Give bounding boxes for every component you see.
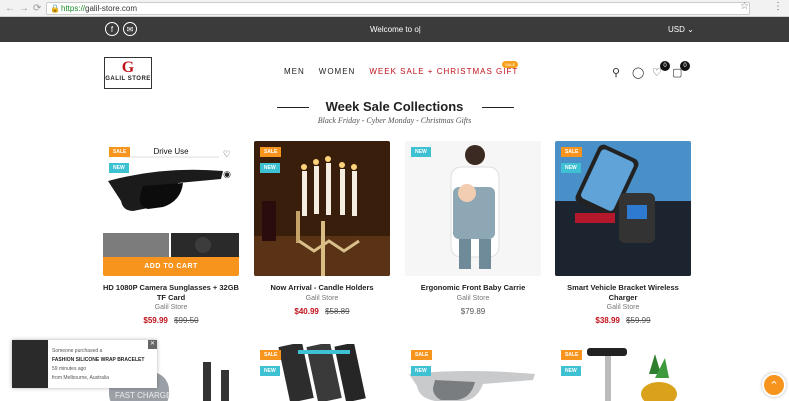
product-image[interactable]: NEW <box>405 141 541 276</box>
chevron-up-icon: ⌃ <box>769 380 779 392</box>
nav-sale-tag: SALE <box>502 61 519 68</box>
new-badge: NEW <box>260 163 280 173</box>
cart-icon[interactable]: ▢ 0 <box>672 61 690 79</box>
candle-holder-image <box>254 141 390 276</box>
account-icon[interactable]: ◯ <box>632 67 644 79</box>
product-vendor: Galil Store <box>606 304 640 311</box>
product-image[interactable]: Drive Use SALE NEW ♡ ◉ ADD TO CART <box>103 141 239 276</box>
sale-badge: SALE <box>561 147 583 157</box>
product-card[interactable]: SALE NEW <box>555 344 691 401</box>
search-icon[interactable]: ⚲ <box>612 67 624 79</box>
product-card[interactable]: SALE NEW <box>254 344 390 401</box>
heart-icon[interactable]: ♡ <box>223 149 231 160</box>
header-actions: ⚲ ◯ ♡ 0 ▢ 0 <box>612 61 690 79</box>
recent-purchase-popup[interactable]: Someone purchased a FASHION SILICONE WRA… <box>12 340 157 388</box>
sale-badge: SALE <box>561 350 583 360</box>
compare-price: $58.89 <box>325 307 350 316</box>
product-price: $79.89 <box>405 307 541 316</box>
address-bar[interactable]: 🔒 https://galil-store.com <box>46 2 750 15</box>
product-vendor: Galil Store <box>305 295 339 302</box>
product-image[interactable]: SALE NEW <box>254 141 390 276</box>
product-price: $38.99 $59.99 <box>555 316 691 325</box>
sunglasses-camera-image: Drive Use <box>103 141 239 276</box>
purchase-location: from Melbourne, Australia <box>52 375 109 381</box>
site-header: G GALIL STORE MEN WOMEN WEEK SALE + CHRI… <box>0 42 789 102</box>
purchase-thumbnail <box>12 340 48 388</box>
compare-price: $59.99 <box>626 316 651 325</box>
logo-letter: G <box>121 59 135 76</box>
sale-badge: SALE <box>260 350 282 360</box>
new-badge: NEW <box>109 163 129 173</box>
new-badge: NEW <box>411 147 431 157</box>
email-icon[interactable]: ✉ <box>123 22 137 36</box>
baby-carrier-image <box>405 141 541 276</box>
product-price: $40.99 $58.89 <box>254 307 390 316</box>
wireless-charger-image <box>555 141 691 276</box>
product-image[interactable]: SALE NEW <box>555 141 691 276</box>
product-title[interactable]: HD 1080P Camera Sunglasses + 32GB TF Car… <box>103 283 239 303</box>
new-badge: NEW <box>561 366 581 376</box>
add-to-cart-button[interactable]: ADD TO CART <box>103 257 239 276</box>
currency-value: USD <box>668 25 685 34</box>
reload-icon[interactable]: ⟳ <box>33 3 41 14</box>
nav-week-sale[interactable]: WEEK SALE + CHRISTMAS GIFT <box>369 67 518 76</box>
title-rule-right <box>482 107 514 108</box>
wishlist-count: 0 <box>660 61 670 71</box>
eye-icon[interactable]: ◉ <box>223 169 231 180</box>
new-badge: NEW <box>411 366 431 376</box>
sale-price: $38.99 <box>595 316 620 325</box>
new-badge: NEW <box>260 366 280 376</box>
browser-menu-icon[interactable]: ⋮ <box>773 1 783 12</box>
browser-nav: ← → ⟳ <box>5 3 41 14</box>
store-logo[interactable]: G GALIL STORE <box>104 57 152 89</box>
url-host: galil-store.com <box>85 4 138 13</box>
compare-price: $99.50 <box>174 316 199 325</box>
section-title: Week Sale Collections <box>325 99 464 114</box>
forward-icon[interactable]: → <box>19 3 29 14</box>
lock-icon: 🔒 <box>50 4 60 13</box>
wishlist-icon[interactable]: ♡ 0 <box>652 61 670 79</box>
purchase-line: Someone purchased a <box>52 348 103 354</box>
social-links: f ✉ <box>105 22 137 36</box>
sale-badge: SALE <box>411 350 433 360</box>
bookmark-star-icon[interactable]: ☆ <box>740 1 749 12</box>
sale-price: $40.99 <box>294 307 319 316</box>
svg-text:FAST CHARGE: FAST CHARGE <box>115 391 171 400</box>
facebook-icon[interactable]: f <box>105 22 119 36</box>
cart-count: 0 <box>680 61 690 71</box>
main-nav: MEN WOMEN WEEK SALE + CHRISTMAS GIFT <box>284 67 518 76</box>
product-title[interactable]: Smart Vehicle Bracket Wireless Charger <box>555 283 691 303</box>
scroll-to-top-button[interactable]: ⌃ <box>762 373 786 397</box>
close-icon[interactable]: ✕ <box>148 340 157 349</box>
logo-name: GALIL STORE <box>105 76 151 82</box>
drive-use-label: Drive Use <box>153 147 189 156</box>
product-title[interactable]: Now Arrival - Candle Holders <box>254 283 390 293</box>
sale-badge: SALE <box>260 147 282 157</box>
product-title[interactable]: Ergonomic Front Baby Carrie <box>405 283 541 293</box>
section-subtitle: Black Friday - Cyber Monday - Christmas … <box>317 116 472 125</box>
sale-badge: SALE <box>109 147 131 157</box>
new-badge: NEW <box>561 163 581 173</box>
url-scheme: https:// <box>61 4 86 13</box>
browser-toolbar: ← → ⟳ 🔒 https://galil-store.com ☆ ⋮ <box>0 0 789 17</box>
top-bar: f ✉ Welcome to o| USD ⌄ <box>0 17 789 42</box>
welcome-message: Welcome to o| <box>370 25 421 34</box>
sale-price: $59.99 <box>143 316 168 325</box>
purchase-time: 59 minutes ago <box>52 366 87 372</box>
product-price: $59.99 $99.50 <box>103 316 239 325</box>
purchase-text: Someone purchased a FASHION SILICONE WRA… <box>52 347 144 383</box>
product-vendor: Galil Store <box>154 304 188 311</box>
product-vendor: Galil Store <box>456 295 490 302</box>
product-card[interactable]: SALE NEW <box>405 344 541 401</box>
chevron-down-icon: ⌄ <box>687 25 694 34</box>
back-icon[interactable]: ← <box>5 3 15 14</box>
nav-women[interactable]: WOMEN <box>319 67 356 76</box>
nav-men[interactable]: MEN <box>284 67 305 76</box>
regular-price: $79.89 <box>460 307 486 316</box>
currency-selector[interactable]: USD ⌄ <box>668 25 694 34</box>
purchase-product[interactable]: FASHION SILICONE WRAP BRACELET <box>52 356 144 365</box>
